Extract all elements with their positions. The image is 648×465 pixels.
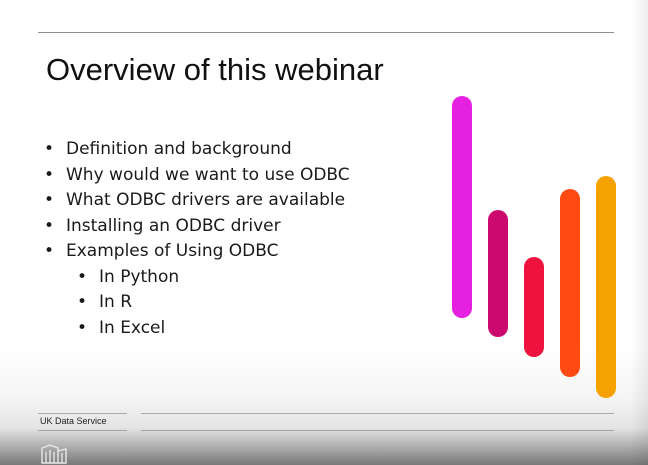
bullet-dot: • xyxy=(77,292,88,312)
slide-edge-shade xyxy=(630,0,648,465)
bullet-dot: • xyxy=(44,215,55,236)
bullet-dot: • xyxy=(44,190,55,210)
bullet-item-drivers-available: • What ODBC drivers are available xyxy=(44,188,350,214)
bullet-text: Definition and background xyxy=(66,139,292,159)
bullet-text: Why would we want to use ODBC xyxy=(66,164,350,185)
bullet-text: In Excel xyxy=(99,317,166,338)
bullet-text: In R xyxy=(99,292,133,312)
footer-divider-left-top xyxy=(38,413,127,414)
bullet-text: Examples of Using ODBC xyxy=(66,241,279,261)
bullet-text: Installing an ODBC driver xyxy=(66,215,281,236)
presentation-slide: Overview of this webinar • Definition and… xyxy=(0,0,648,465)
sub-bullet-item-excel: • In Excel xyxy=(44,316,350,342)
title-top-divider xyxy=(38,32,614,33)
decorative-bar-amber xyxy=(596,176,616,398)
bullet-dot: • xyxy=(77,317,88,338)
footer-divider-right-top xyxy=(141,413,614,414)
sub-bullet-item-r: • In R xyxy=(44,290,350,316)
bullet-item-installing-driver: • Installing an ODBC driver xyxy=(44,214,350,240)
bullet-dot: • xyxy=(44,139,55,159)
footer-brand-label: UK Data Service xyxy=(40,416,107,426)
bullet-dot: • xyxy=(44,164,55,185)
decorative-bar-red xyxy=(524,257,544,357)
bullet-item-examples: • Examples of Using ODBC xyxy=(44,239,350,265)
bullet-text: In Python xyxy=(99,266,180,287)
decorative-bar-crimson xyxy=(488,210,508,337)
sub-bullet-item-python: • In Python xyxy=(44,265,350,291)
decorative-bar-orange xyxy=(560,189,580,377)
uk-data-service-logo-icon xyxy=(41,444,67,464)
slide-title: Overview of this webinar xyxy=(46,52,384,87)
bullet-list: • Definition and background • Why would we… xyxy=(44,137,350,341)
bullet-dot: • xyxy=(44,241,55,261)
bullet-text: What ODBC drivers are available xyxy=(66,190,346,210)
video-overlay-shade xyxy=(0,428,648,465)
bullet-item-why-odbc: • Why would we want to use ODBC xyxy=(44,163,350,189)
decorative-bar-magenta xyxy=(452,96,472,318)
bullet-dot: • xyxy=(77,266,88,287)
bullet-item-definition: • Definition and background xyxy=(44,137,350,163)
